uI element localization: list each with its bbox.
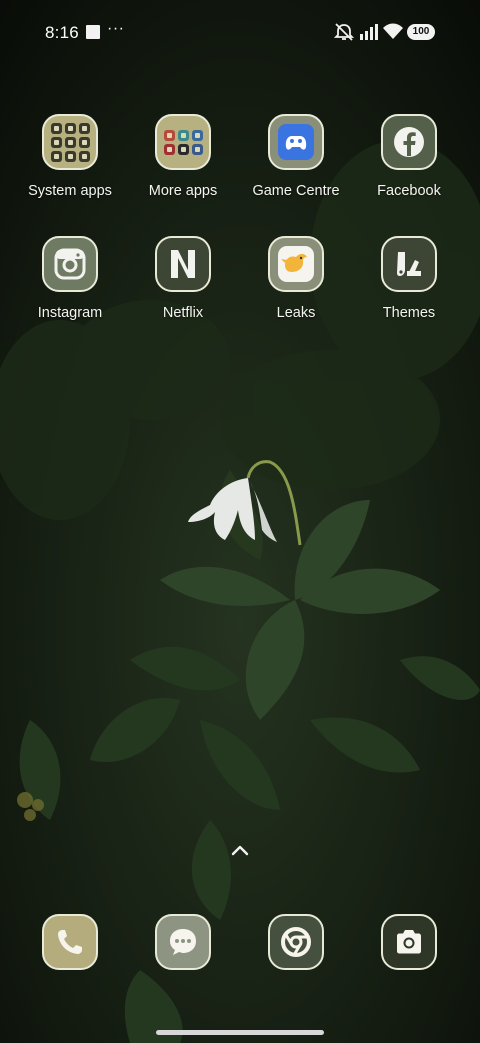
camera-icon <box>381 914 437 970</box>
chat-bubble-icon <box>155 914 211 970</box>
app-label: Facebook <box>377 183 441 199</box>
dock-messages[interactable] <box>128 914 238 970</box>
app-label: Leaks <box>276 305 316 321</box>
app-more-apps-folder[interactable]: More apps <box>128 114 238 199</box>
status-bar: 8:16 ··· 100 <box>0 0 480 64</box>
dock-chrome[interactable] <box>241 914 351 970</box>
gesture-navigation-bar[interactable] <box>156 1030 324 1035</box>
mute-icon <box>334 23 354 41</box>
folder-icon <box>42 114 98 170</box>
screenshot-notification-icon <box>86 25 100 39</box>
bird-icon <box>268 236 324 292</box>
folder-icon <box>155 114 211 170</box>
instagram-icon <box>42 236 98 292</box>
app-label: Netflix <box>162 305 204 321</box>
app-label: Themes <box>382 305 436 321</box>
app-label: System apps <box>28 183 112 199</box>
game-controller-icon <box>268 114 324 170</box>
clock: 8:16 <box>45 23 79 42</box>
phone-icon <box>42 914 98 970</box>
app-themes[interactable]: Themes <box>354 236 464 321</box>
facebook-icon <box>381 114 437 170</box>
app-game-centre[interactable]: Game Centre <box>241 114 351 199</box>
chevron-up-icon[interactable] <box>230 843 250 857</box>
wifi-icon <box>383 23 403 39</box>
chrome-icon <box>268 914 324 970</box>
dock-camera[interactable] <box>354 914 464 970</box>
app-leaks[interactable]: Leaks <box>241 236 351 321</box>
app-label: More apps <box>148 183 218 199</box>
app-label: Instagram <box>37 305 103 321</box>
netflix-icon <box>155 236 211 292</box>
app-label: Game Centre <box>252 183 340 199</box>
app-instagram[interactable]: Instagram <box>15 236 125 321</box>
app-system-apps-folder[interactable]: System apps <box>15 114 125 199</box>
app-netflix[interactable]: Netflix <box>128 236 238 321</box>
battery-icon: 100 <box>407 24 435 40</box>
dock-phone[interactable] <box>15 914 125 970</box>
themes-icon <box>381 236 437 292</box>
more-notifications-indicator: ··· <box>107 20 125 37</box>
app-facebook[interactable]: Facebook <box>354 114 464 199</box>
signal-icon <box>360 24 378 40</box>
